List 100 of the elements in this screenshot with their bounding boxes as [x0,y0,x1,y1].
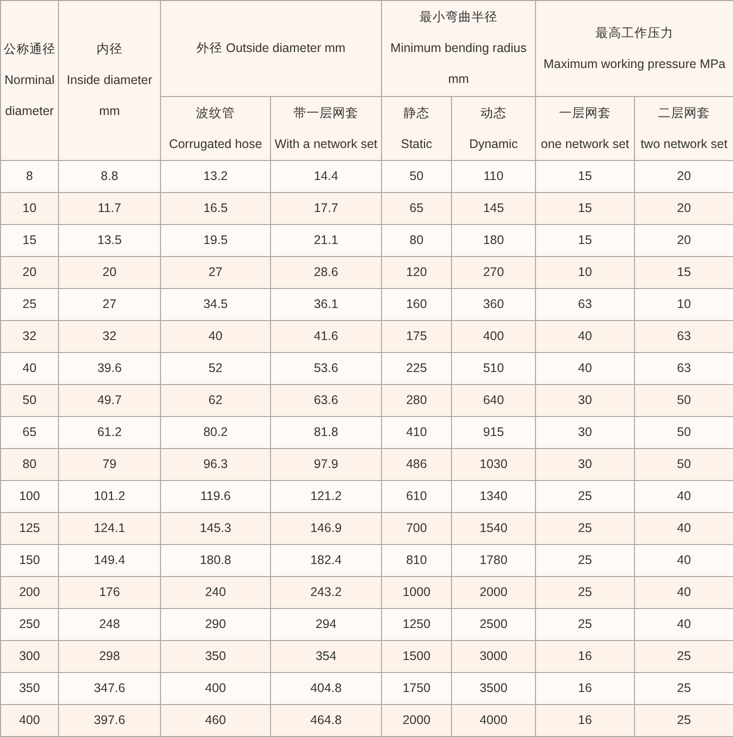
table-cell: 50 [634,448,733,480]
table-cell: 80 [382,224,452,256]
table-cell: 50 [634,384,733,416]
column-header: 带一层网套 With a network set [274,104,378,152]
table-cell: 160 [382,288,452,320]
table-cell: 13.2 [160,160,270,192]
table-cell: 101.2 [58,480,160,512]
table-cell: 30 [536,416,634,448]
table-cell: 15 [536,224,634,256]
table-cell: 40 [634,480,733,512]
table-cell: 810 [382,544,452,576]
table-cell: 50 [634,416,733,448]
table-cell: 176 [58,576,160,608]
table-cell: 400 [160,672,270,704]
table-cell: 510 [452,352,536,384]
table-cell: 50 [382,160,452,192]
table-cell: 180.8 [160,544,270,576]
table-cell: 79 [58,448,160,480]
table-cell: 3000 [452,640,536,672]
table-cell: 2000 [452,576,536,608]
table-cell: 27 [160,256,270,288]
table-cell: 63.6 [270,384,382,416]
table-cell: 11.7 [58,192,160,224]
table-cell: 53.6 [270,352,382,384]
table-cell: 180 [452,224,536,256]
table-cell: 50 [0,384,58,416]
table-cell: 145.3 [160,512,270,544]
table-cell: 2000 [382,704,452,736]
table-cell: 243.2 [270,576,382,608]
table-cell: 175 [382,320,452,352]
table-cell: 62 [160,384,270,416]
column-header: 最高工作压力 Maximum working pressure MPa [542,24,726,73]
table-cell: 15 [634,256,733,288]
column-header: 一层网套 one network set [540,104,630,152]
table-cell: 34.5 [160,288,270,320]
table-cell: 915 [452,416,536,448]
column-header: 波纹管 Corrugated hose [168,104,264,153]
table-cell: 40 [160,320,270,352]
table-cell: 61.2 [58,416,160,448]
table-cell: 354 [270,640,382,672]
table-cell: 52 [160,352,270,384]
table-cell: 20 [634,224,733,256]
table-cell: 80.2 [160,416,270,448]
table-cell: 124.1 [58,512,160,544]
table-cell: 40 [536,352,634,384]
table-cell: 145 [452,192,536,224]
table-cell: 27 [58,288,160,320]
table-cell: 20 [634,192,733,224]
table-cell: 300 [0,640,58,672]
table-cell: 25 [536,576,634,608]
table-cell: 225 [382,352,452,384]
column-header: 二层网套 two network set [640,104,728,152]
table-cell: 65 [382,192,452,224]
table-cell: 270 [452,256,536,288]
table-cell: 8 [0,160,58,192]
table-cell: 36.1 [270,288,382,320]
table-cell: 397.6 [58,704,160,736]
table-cell: 15 [536,160,634,192]
table-cell: 32 [0,320,58,352]
table-cell: 30 [536,448,634,480]
table-cell: 16 [536,640,634,672]
table-cell: 404.8 [270,672,382,704]
table-cell: 4000 [452,704,536,736]
table-cell: 96.3 [160,448,270,480]
table-cell: 16 [536,704,634,736]
table-cell: 17.7 [270,192,382,224]
table-cell: 280 [382,384,452,416]
table-cell: 41.6 [270,320,382,352]
table-cell: 97.9 [270,448,382,480]
table-cell: 80 [0,448,58,480]
column-header: 最小弯曲半径 Minimum bending radius mm [389,9,528,88]
table-cell: 49.7 [58,384,160,416]
column-header: 公称通径 Norminal diameter [2,41,56,120]
table-cell: 360 [452,288,536,320]
table-cell: 350 [0,672,58,704]
table-cell: 125 [0,512,58,544]
table-cell: 25 [634,704,733,736]
table-cell: 1780 [452,544,536,576]
table-cell: 298 [58,640,160,672]
table-cell: 182.4 [270,544,382,576]
table-cell: 63 [536,288,634,320]
table-cell: 149.4 [58,544,160,576]
table-cell: 21.1 [270,224,382,256]
table-cell: 410 [382,416,452,448]
table-cell: 28.6 [270,256,382,288]
table-cell: 10 [634,288,733,320]
column-header: 内径 Inside diameter mm [66,41,154,120]
column-header: 外径 Outside diameter mm [196,40,346,57]
table-cell: 63 [634,352,733,384]
table-cell: 25 [536,480,634,512]
table-cell: 30 [536,384,634,416]
table-cell: 464.8 [270,704,382,736]
table-cell: 121.2 [270,480,382,512]
table-cell: 486 [382,448,452,480]
table-cell: 120 [382,256,452,288]
table-cell: 19.5 [160,224,270,256]
table-cell: 240 [160,576,270,608]
column-header: 动态 Dynamic [468,104,519,153]
table-cell: 65 [0,416,58,448]
table-cell: 20 [58,256,160,288]
